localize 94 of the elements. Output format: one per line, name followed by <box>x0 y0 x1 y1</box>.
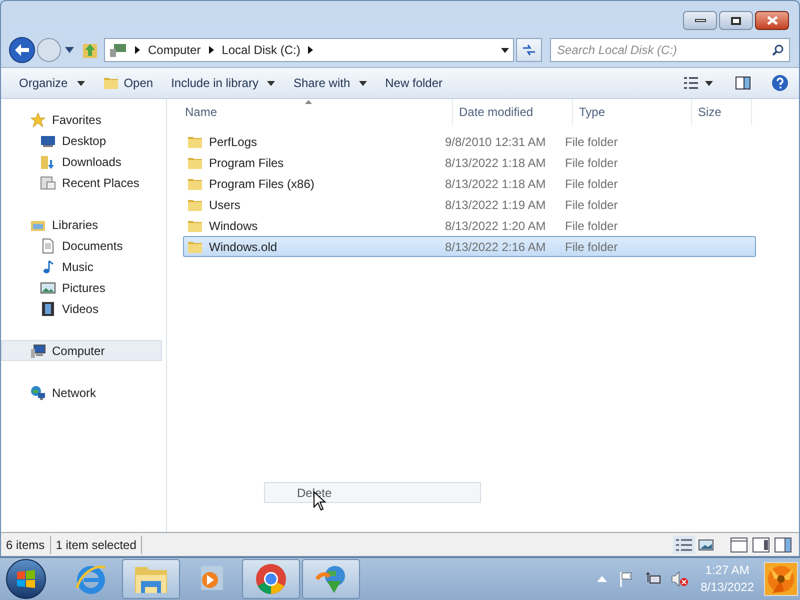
breadcrumb[interactable]: Computer <box>148 41 201 59</box>
arrow-icon <box>308 46 314 54</box>
column-header[interactable]: Size <box>692 99 752 125</box>
start-button[interactable] <box>6 559 46 599</box>
clock-date: 8/13/2022 <box>700 579 754 596</box>
taskbar-button[interactable] <box>302 559 360 599</box>
file-name: Windows <box>209 218 258 234</box>
arrow-icon <box>135 46 140 54</box>
breadcrumb[interactable]: Local Disk (C:) <box>222 41 300 59</box>
nav-item[interactable]: Videos <box>1 298 162 319</box>
recent-places-icon <box>40 174 56 190</box>
file-name: Users <box>209 196 240 214</box>
muted-speaker-icon[interactable] <box>670 571 689 587</box>
nav-item[interactable]: Computer <box>1 340 162 361</box>
toolbar-button[interactable]: Share with <box>285 71 376 95</box>
download-folder-icon <box>40 154 56 170</box>
taskbar-button[interactable] <box>242 559 300 599</box>
picture-icon <box>40 280 56 296</box>
refresh-icon <box>522 44 536 56</box>
close-icon <box>766 16 778 25</box>
status-text: 6 items <box>1 536 51 554</box>
help-icon[interactable] <box>771 74 789 92</box>
toolbar-button[interactable]: Organize <box>11 71 93 95</box>
file-type: File folder <box>565 196 619 214</box>
caret-icon[interactable] <box>65 47 74 53</box>
date-modified: 8/13/2022 1:18 AM <box>445 154 547 172</box>
windows-logo-icon <box>16 570 36 588</box>
thumbnail-view-icon[interactable] <box>697 536 715 552</box>
file-name: PerfLogs <box>209 134 258 150</box>
caret-icon <box>267 80 276 86</box>
minimize-button[interactable] <box>683 11 717 30</box>
chrome-logo-icon <box>255 563 287 595</box>
date-modified: 9/8/2010 12:31 AM <box>445 134 547 150</box>
star-icon <box>30 112 46 128</box>
clock-time: 1:27 AM <box>705 562 750 579</box>
nav-item[interactable]: Pictures <box>1 277 162 298</box>
file-row[interactable]: PerfLogs 9/8/2010 12:31 AM File folder <box>183 131 756 152</box>
column-header[interactable]: Name <box>179 99 453 125</box>
view-list-icon[interactable] <box>683 76 699 90</box>
nav-item[interactable]: Recent Places <box>1 172 162 193</box>
back-button[interactable] <box>9 37 35 63</box>
search-field[interactable]: Search Local Disk (C:) <box>550 38 790 62</box>
caret-icon <box>705 80 713 86</box>
taskbar-button[interactable] <box>122 559 180 599</box>
nav-item[interactable]: Downloads <box>1 151 162 172</box>
nav-item[interactable]: Documents <box>1 235 162 256</box>
details-view-icon[interactable] <box>673 536 695 554</box>
status-text: 1 item selected <box>50 536 142 554</box>
file-row[interactable]: Users 8/13/2022 1:19 AM File folder <box>183 194 756 215</box>
sort-arrow-icon <box>305 100 312 104</box>
date-modified: 8/13/2022 1:19 AM <box>445 196 547 214</box>
file-row[interactable]: Program Files 8/13/2022 1:18 AM File folder <box>183 152 756 173</box>
file-type: File folder <box>565 134 619 150</box>
nav-item[interactable]: Favorites <box>1 109 162 130</box>
nav-item[interactable]: Network <box>1 382 162 403</box>
preview-pane-icon[interactable] <box>773 536 793 554</box>
column-header[interactable]: Date modified <box>453 99 573 125</box>
nav-item[interactable]: Music <box>1 256 162 277</box>
arrow-icon <box>208 46 214 54</box>
caret-icon <box>359 80 368 86</box>
back-arrow-icon <box>15 44 29 56</box>
file-row[interactable]: Windows.old 8/13/2022 2:16 AM File folder <box>183 236 756 257</box>
file-row[interactable]: Windows 8/13/2022 1:20 AM File folder <box>183 215 756 236</box>
file-name: Program Files <box>209 154 284 172</box>
layout-icon[interactable] <box>729 536 749 554</box>
column-header[interactable]: Type <box>573 99 692 125</box>
toolbar-button[interactable]: Include in library <box>163 71 284 95</box>
maximize-button[interactable] <box>719 11 753 30</box>
file-type: File folder <box>565 218 619 234</box>
search-icon <box>772 44 784 56</box>
date-modified: 8/13/2022 1:18 AM <box>445 176 547 192</box>
film-icon <box>40 300 56 316</box>
toolbar-button[interactable]: Open <box>94 71 162 95</box>
file-type: File folder <box>565 238 619 256</box>
file-type: File folder <box>565 176 619 192</box>
refresh-button[interactable] <box>516 38 542 62</box>
date-modified: 8/13/2022 1:20 AM <box>445 218 547 234</box>
toolbar-button[interactable]: New folder <box>377 71 450 95</box>
nav-item[interactable]: Libraries <box>1 214 162 235</box>
date-modified: 8/13/2022 2:16 AM <box>445 238 547 256</box>
close-button[interactable] <box>755 11 789 30</box>
preview-pane-icon[interactable] <box>735 76 751 90</box>
file-name: Windows.old <box>209 238 278 256</box>
file-name: Program Files (x86) <box>209 176 314 192</box>
dropdown-caret-icon[interactable] <box>501 48 509 52</box>
caret-icon <box>76 80 85 86</box>
flag-icon[interactable] <box>618 571 635 587</box>
nav-item[interactable]: Desktop <box>1 130 162 151</box>
file-row[interactable]: Program Files (x86) 8/13/2022 1:18 AM File folder <box>183 173 756 194</box>
folder-icon <box>102 75 119 91</box>
address-bar[interactable]: Computer Local Disk (C:) <box>104 38 514 62</box>
details-pane-icon[interactable] <box>751 536 771 554</box>
document-icon <box>40 238 56 254</box>
file-type: File folder <box>565 154 619 172</box>
